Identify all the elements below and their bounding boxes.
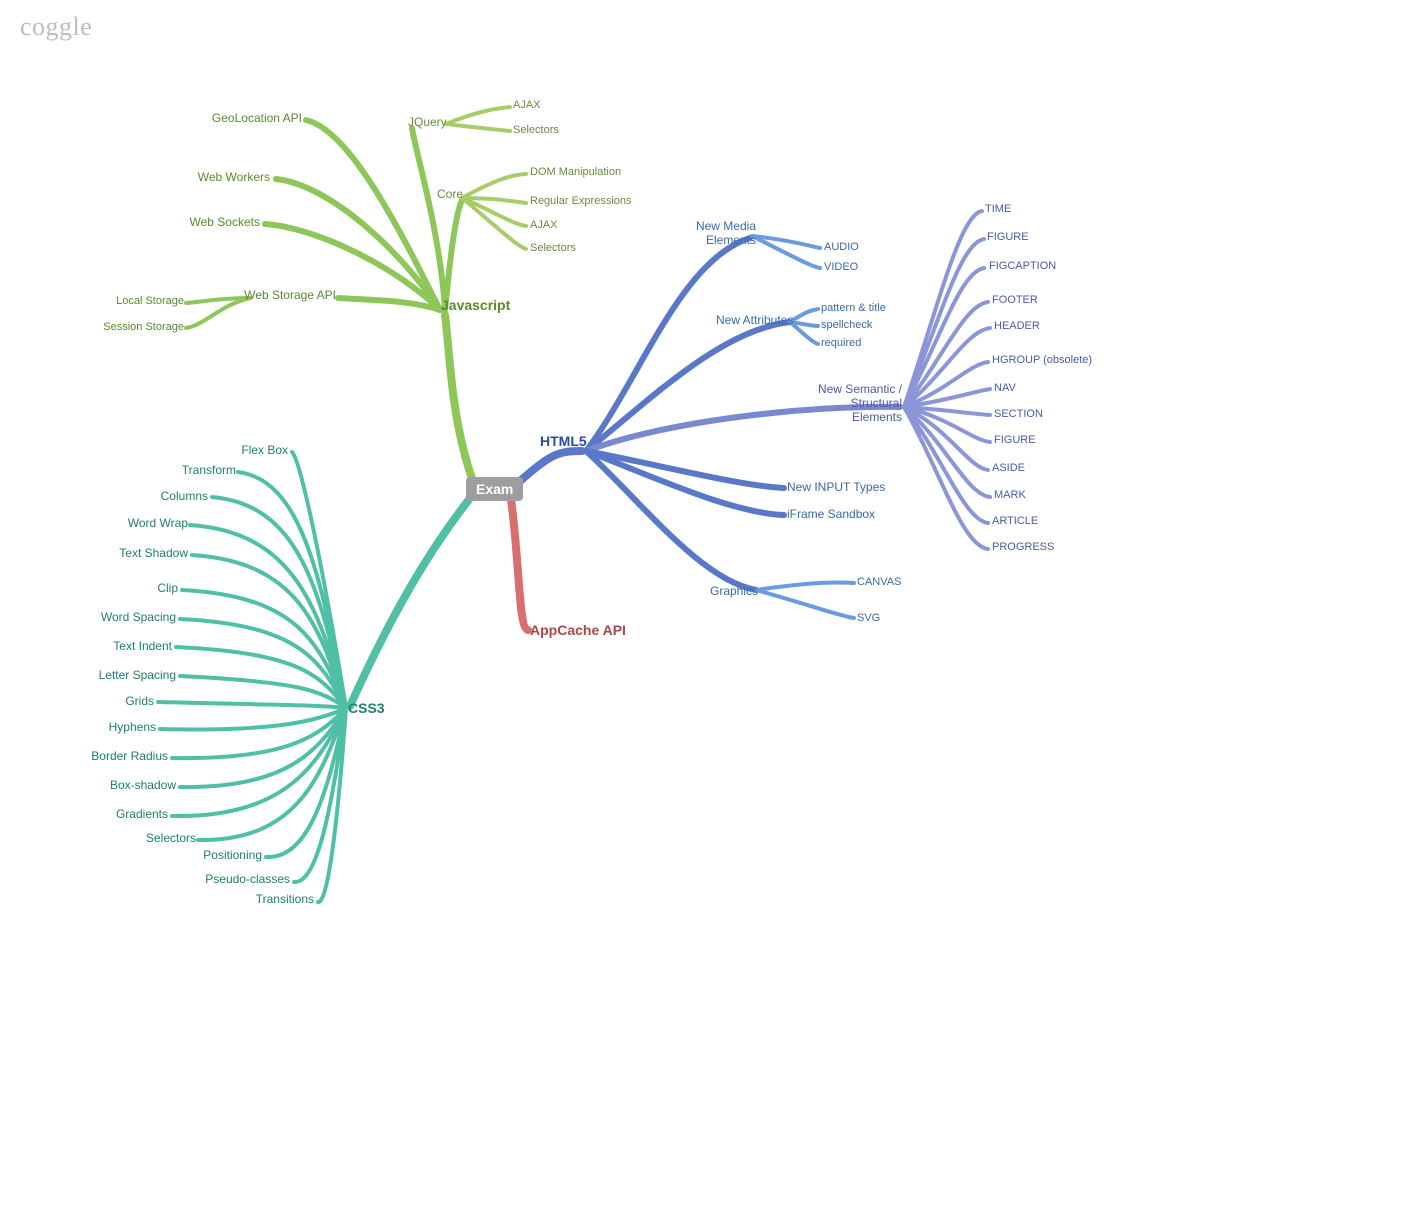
node-jq-selectors[interactable]: Selectors xyxy=(513,124,559,136)
node-aside[interactable]: ASIDE xyxy=(992,462,1025,474)
node-core-ajax[interactable]: AJAX xyxy=(530,219,558,231)
node-section[interactable]: SECTION xyxy=(994,408,1043,420)
node-columns[interactable]: Columns xyxy=(90,489,208,503)
node-grids[interactable]: Grids xyxy=(60,694,154,708)
root-node[interactable]: Exam xyxy=(466,477,523,501)
node-hgroup[interactable]: HGROUP (obsolete) xyxy=(992,354,1092,366)
node-semantic[interactable]: New Semantic / Structural Elements xyxy=(806,382,902,424)
node-textindent[interactable]: Text Indent xyxy=(50,639,172,653)
node-newinput[interactable]: New INPUT Types xyxy=(787,480,885,494)
node-footer[interactable]: FOOTER xyxy=(992,294,1038,306)
node-required[interactable]: required xyxy=(821,337,861,349)
node-nav[interactable]: NAV xyxy=(994,382,1016,394)
branch-html5[interactable]: HTML5 xyxy=(540,433,587,449)
branch-javascript[interactable]: Javascript xyxy=(441,297,510,313)
node-flexbox[interactable]: Flex Box xyxy=(140,443,288,457)
node-transform[interactable]: Transform xyxy=(90,463,236,477)
node-article[interactable]: ARTICLE xyxy=(992,515,1038,527)
node-wordwrap[interactable]: Word Wrap xyxy=(60,516,188,530)
node-figure[interactable]: FIGURE xyxy=(987,231,1029,243)
node-borderradius[interactable]: Border Radius xyxy=(40,749,168,763)
node-positioning[interactable]: Positioning xyxy=(140,848,262,862)
node-jq-ajax[interactable]: AJAX xyxy=(513,99,541,111)
node-pseudo[interactable]: Pseudo-classes xyxy=(150,872,290,886)
node-core-regex[interactable]: Regular Expressions xyxy=(530,195,632,207)
node-webstorage[interactable]: Web Storage API xyxy=(200,288,336,302)
node-audio[interactable]: AUDIO xyxy=(824,241,859,253)
node-svg[interactable]: SVG xyxy=(857,612,880,624)
node-hyphens[interactable]: Hyphens xyxy=(50,720,156,734)
node-boxshadow[interactable]: Box-shadow xyxy=(50,778,176,792)
node-video[interactable]: VIDEO xyxy=(824,261,858,273)
node-jquery[interactable]: JQuery xyxy=(408,115,447,129)
node-newattr[interactable]: New Attributes xyxy=(716,313,793,327)
node-graphics[interactable]: Graphics xyxy=(710,584,758,598)
node-figure2[interactable]: FIGURE xyxy=(994,434,1036,446)
node-newmedia[interactable]: New Media Elements xyxy=(692,219,756,247)
node-core[interactable]: Core xyxy=(437,187,463,201)
node-wordspacing[interactable]: Word Spacing xyxy=(40,610,176,624)
node-spellcheck[interactable]: spellcheck xyxy=(821,319,872,331)
node-figcaption[interactable]: FIGCAPTION xyxy=(989,260,1056,272)
node-sessionstorage[interactable]: Session Storage xyxy=(60,321,184,333)
branch-css3[interactable]: CSS3 xyxy=(348,700,385,716)
node-gradients[interactable]: Gradients xyxy=(60,807,168,821)
node-selectors[interactable]: Selectors xyxy=(90,831,196,845)
node-iframe[interactable]: iFrame Sandbox xyxy=(787,507,875,521)
node-localstorage[interactable]: Local Storage xyxy=(60,295,184,307)
node-geolocation[interactable]: GeoLocation API xyxy=(120,111,302,125)
node-progress[interactable]: PROGRESS xyxy=(992,541,1054,553)
node-letterspacing[interactable]: Letter Spacing xyxy=(40,668,176,682)
node-textshadow[interactable]: Text Shadow xyxy=(50,546,188,560)
branch-appcache[interactable]: AppCache API xyxy=(530,622,626,638)
node-header[interactable]: HEADER xyxy=(994,320,1040,332)
node-core-dom[interactable]: DOM Manipulation xyxy=(530,166,621,178)
node-transitions[interactable]: Transitions xyxy=(190,892,314,906)
node-websockets[interactable]: Web Sockets xyxy=(120,215,260,229)
node-core-selectors[interactable]: Selectors xyxy=(530,242,576,254)
node-mark[interactable]: MARK xyxy=(994,489,1026,501)
node-pattern[interactable]: pattern & title xyxy=(821,302,886,314)
node-time[interactable]: TIME xyxy=(985,203,1011,215)
node-clip[interactable]: Clip xyxy=(60,581,178,595)
node-webworkers[interactable]: Web Workers xyxy=(120,170,270,184)
node-canvas[interactable]: CANVAS xyxy=(857,576,901,588)
